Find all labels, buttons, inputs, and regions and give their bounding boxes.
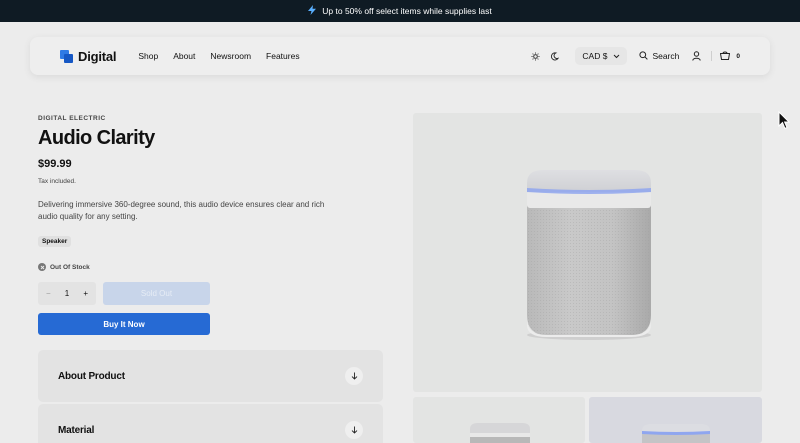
nav-item-features[interactable]: Features xyxy=(266,51,300,61)
decrease-quantity-button[interactable]: − xyxy=(46,289,51,298)
buy-it-now-button[interactable]: Buy It Now xyxy=(38,313,210,335)
nav-item-about[interactable]: About xyxy=(173,51,195,61)
sold-out-button[interactable]: Sold Out xyxy=(103,282,210,305)
product-title: Audio Clarity xyxy=(38,127,155,149)
cart-icon xyxy=(720,51,731,62)
stock-status-text: Out Of Stock xyxy=(50,263,90,271)
accordion-about-product[interactable]: About Product xyxy=(38,350,383,402)
announcement-bar: Up to 50% off select items while supplie… xyxy=(0,0,800,22)
stock-status: Out Of Stock xyxy=(38,263,90,271)
site-header: Digital Shop About Newsroom Features CAD… xyxy=(30,37,770,75)
product-tag[interactable]: Speaker xyxy=(38,236,72,247)
main-nav: Shop About Newsroom Features xyxy=(138,51,299,61)
product-brand[interactable]: DIGITAL ELECTRIC xyxy=(38,115,106,122)
arrow-down-icon xyxy=(345,367,363,385)
header-actions: CAD $ Search 0 xyxy=(528,37,740,75)
currency-selector[interactable]: CAD $ xyxy=(575,47,628,65)
tax-note: Tax included. xyxy=(38,178,76,185)
sun-icon[interactable] xyxy=(528,49,542,63)
logo-mark-icon xyxy=(60,49,73,63)
increase-quantity-button[interactable]: + xyxy=(83,289,88,298)
bolt-icon xyxy=(308,4,317,18)
cart-button[interactable]: 0 xyxy=(720,51,740,62)
currency-value: CAD $ xyxy=(582,51,608,61)
logo[interactable]: Digital xyxy=(60,48,117,64)
nav-item-newsroom[interactable]: Newsroom xyxy=(210,51,251,61)
moon-icon[interactable] xyxy=(547,49,561,63)
accordion-label: Material xyxy=(58,424,95,436)
quantity-stepper: − 1 + xyxy=(38,282,96,305)
announcement-text: Up to 50% off select items while supplie… xyxy=(322,6,492,16)
quantity-value[interactable]: 1 xyxy=(65,289,69,298)
product-thumbnail[interactable] xyxy=(589,397,762,443)
mouse-cursor-icon xyxy=(778,110,791,131)
search-button[interactable]: Search xyxy=(639,50,680,62)
search-icon xyxy=(639,50,649,62)
user-icon[interactable] xyxy=(689,49,703,63)
product-price: $99.99 xyxy=(38,158,72,170)
product-main-image[interactable] xyxy=(413,113,762,392)
logo-text: Digital xyxy=(78,48,117,64)
product-description: Delivering immersive 360-degree sound, t… xyxy=(38,200,325,221)
header-divider xyxy=(711,51,713,61)
arrow-down-icon xyxy=(345,421,363,439)
accordion-label: About Product xyxy=(58,370,125,382)
nav-item-shop[interactable]: Shop xyxy=(138,51,158,61)
accordion-material[interactable]: Material xyxy=(38,404,383,443)
chevron-down-icon xyxy=(613,51,620,61)
cart-count: 0 xyxy=(736,52,740,60)
unavailable-icon xyxy=(38,263,46,271)
product-thumbnail[interactable] xyxy=(413,397,585,443)
search-label: Search xyxy=(652,51,680,61)
